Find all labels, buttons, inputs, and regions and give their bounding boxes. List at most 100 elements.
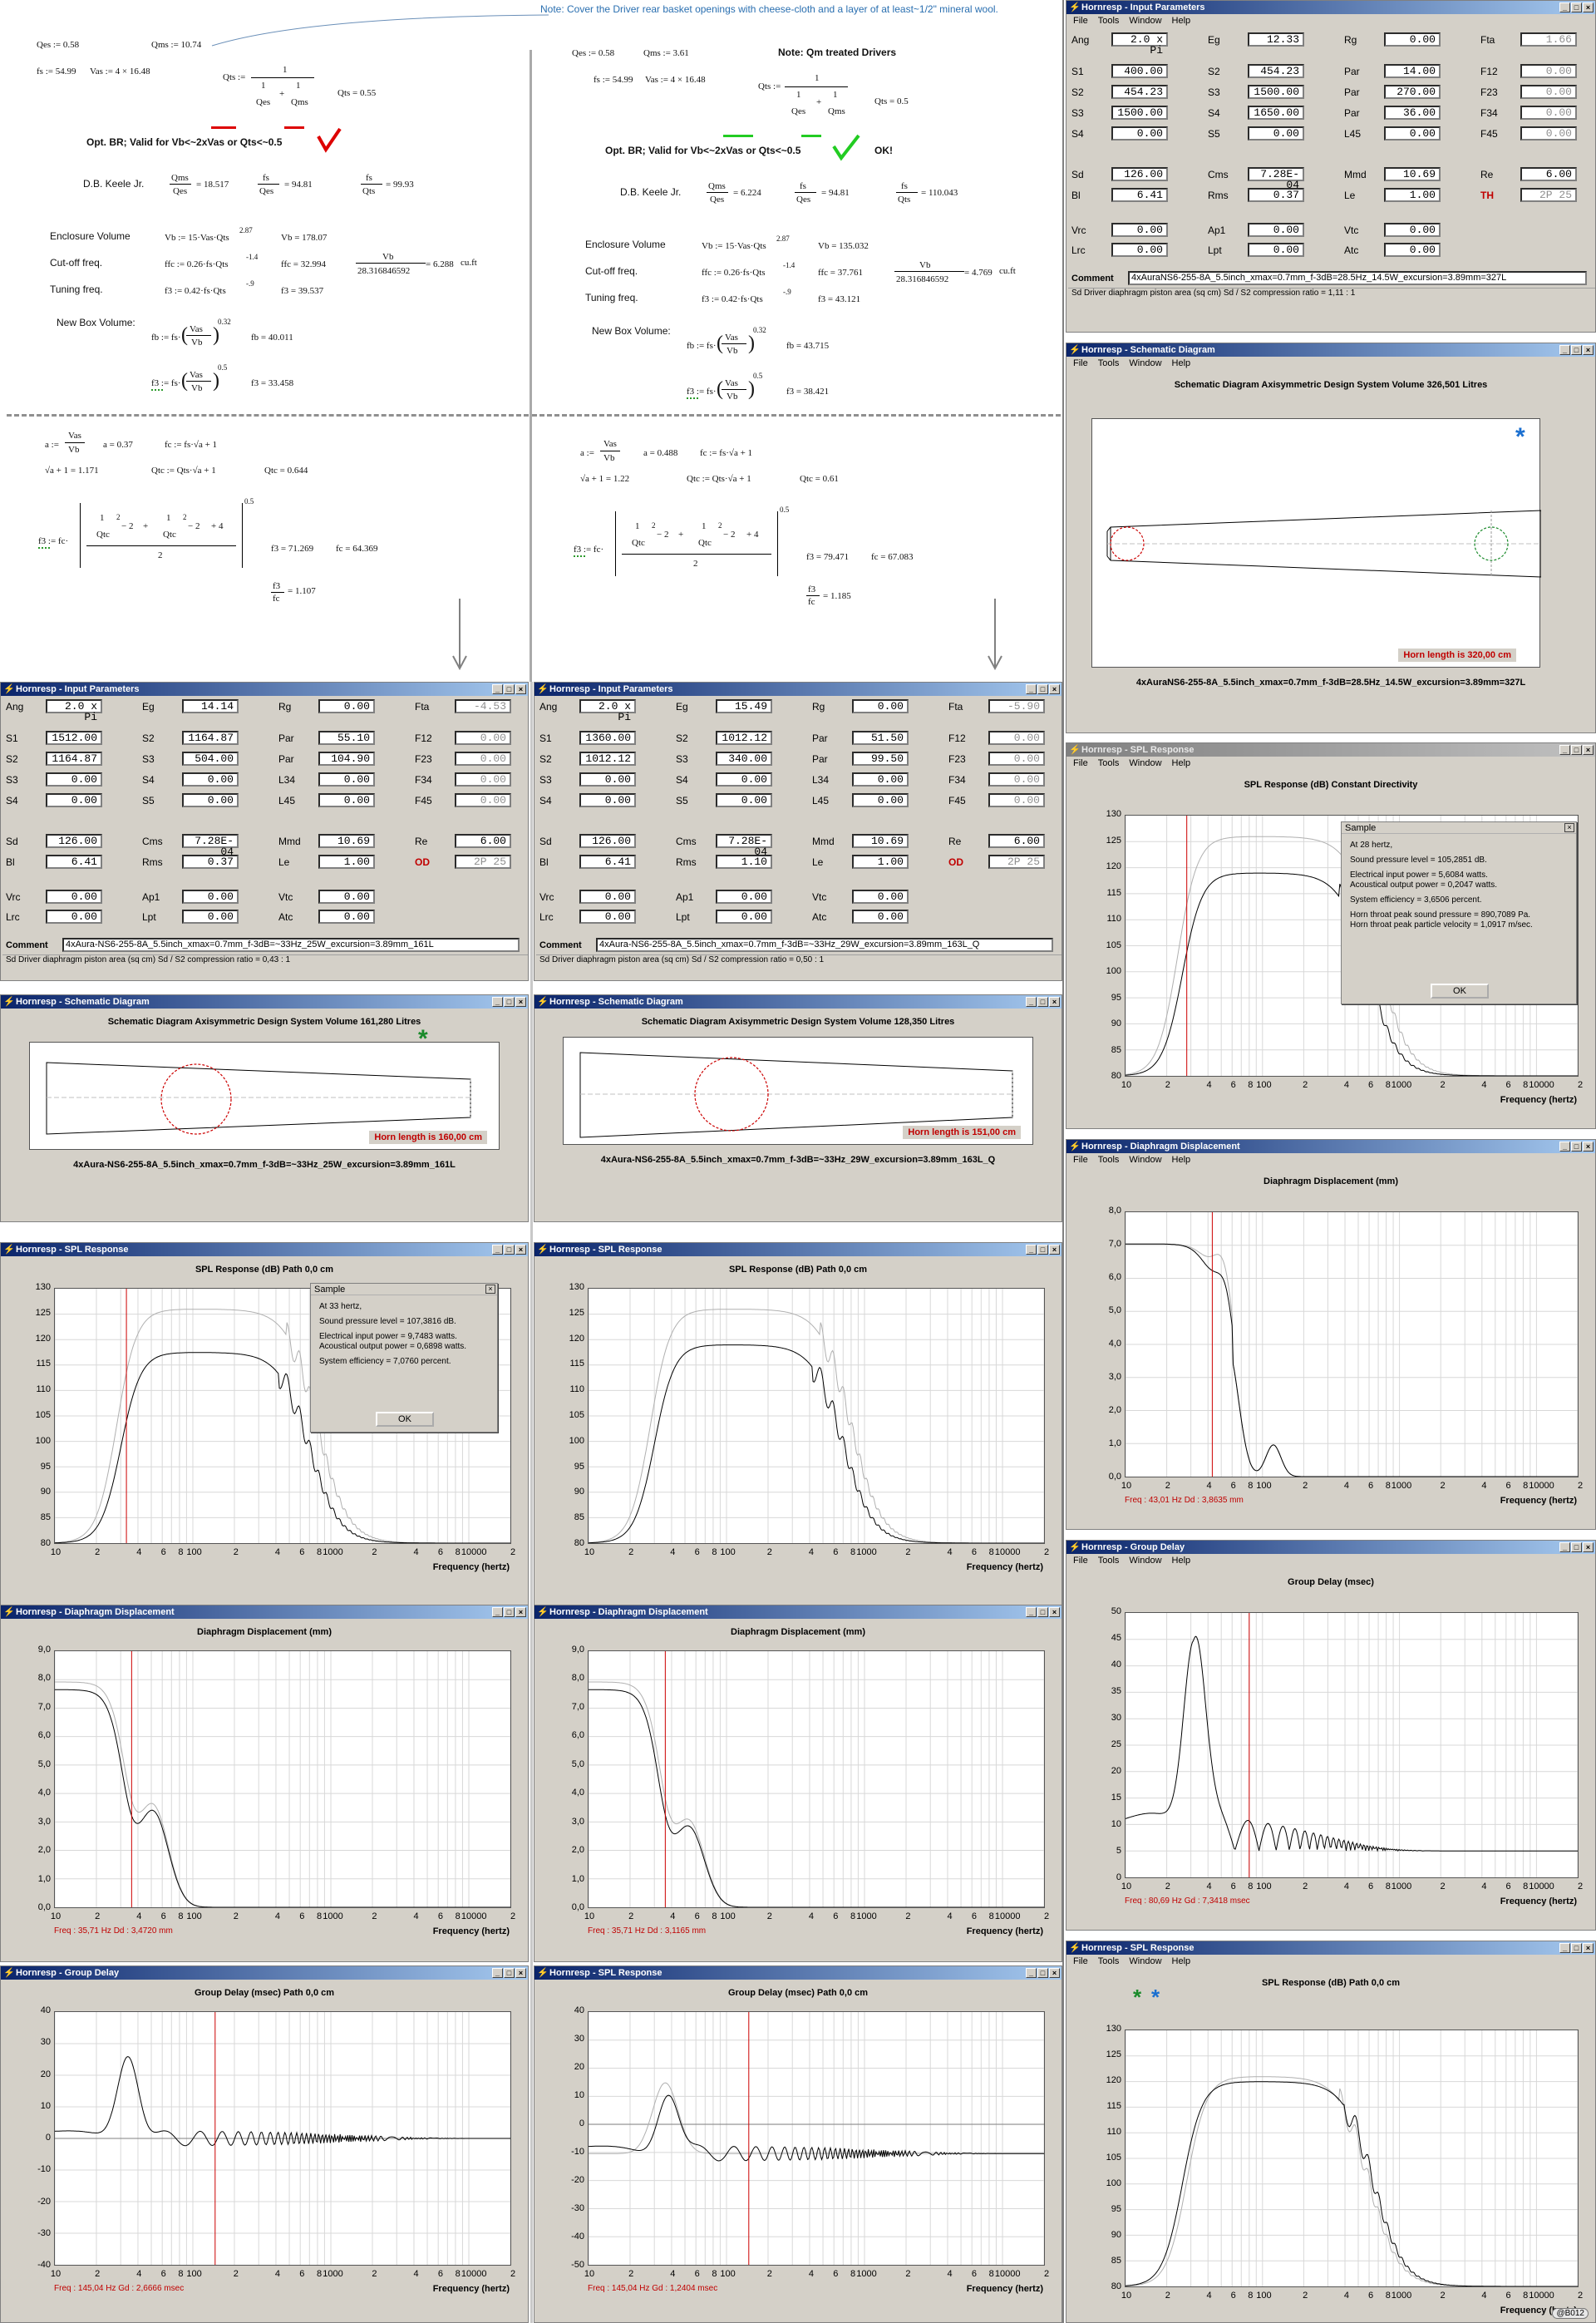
param-field-s4[interactable]: 0.00 [716, 772, 772, 787]
param-field-f23[interactable]: 0.00 [988, 752, 1045, 766]
param-field-vtc[interactable]: 0.00 [852, 890, 909, 904]
param-field-s2[interactable]: 1012.12 [716, 731, 772, 745]
param-field-eg[interactable]: 15.49 [716, 699, 772, 713]
maximize-icon[interactable]: □ [1037, 684, 1048, 694]
comment-field[interactable]: 4xAura-NS6-255-8A_5.5inch_xmax=0.7mm_f-3… [62, 938, 520, 952]
param-field-s2[interactable]: 454.23 [1111, 85, 1168, 99]
close-icon[interactable]: × [515, 1607, 526, 1617]
param-field-od[interactable]: 2P 25 [455, 855, 511, 869]
param-field-s3[interactable]: 0.00 [46, 772, 102, 787]
param-field-atc[interactable]: 0.00 [318, 910, 375, 924]
maximize-icon[interactable]: □ [1571, 745, 1582, 755]
maximize-icon[interactable]: □ [1571, 1943, 1582, 1953]
param-field-s4[interactable]: 0.00 [182, 772, 239, 787]
title-bar[interactable]: ⚡ Hornresp - Diaphragm Displacement _ □ × [1, 1605, 528, 1619]
maximize-icon[interactable]: □ [1571, 2, 1582, 12]
param-field-ap1[interactable]: 0.00 [182, 890, 239, 904]
param-field-s1[interactable]: 400.00 [1111, 64, 1168, 78]
param-field-s4[interactable]: 1650.00 [1248, 106, 1304, 120]
menu-file[interactable]: File [1073, 1956, 1088, 1966]
param-field-atc[interactable]: 0.00 [1384, 243, 1441, 257]
title-bar[interactable]: ⚡ Hornresp - SPL Response _ □ × [534, 1243, 1062, 1256]
menu-window[interactable]: Window [1129, 758, 1161, 768]
plot-area[interactable] [588, 2011, 1045, 2266]
title-bar[interactable]: ⚡ Hornresp - SPL Response _ □ × [1066, 1941, 1595, 1955]
param-field-f34[interactable]: 0.00 [988, 772, 1045, 787]
param-field-rms[interactable]: 0.37 [182, 855, 239, 869]
title-bar[interactable]: ⚡ Hornresp - SPL Response _ □ × [534, 1966, 1062, 1980]
menu-window[interactable]: Window [1129, 358, 1161, 368]
menu-tools[interactable]: Tools [1098, 358, 1120, 368]
param-field-rg[interactable]: 0.00 [852, 699, 909, 713]
close-icon[interactable]: × [1049, 684, 1060, 694]
plot-area[interactable] [588, 1288, 1045, 1544]
param-field-s1[interactable]: 1512.00 [46, 731, 102, 745]
param-field-mmd[interactable]: 10.69 [1384, 167, 1441, 181]
maximize-icon[interactable]: □ [504, 1968, 515, 1978]
minimize-icon[interactable]: _ [1559, 345, 1570, 355]
maximize-icon[interactable]: □ [1037, 1968, 1048, 1978]
param-field-f12[interactable]: 0.00 [1520, 64, 1577, 78]
param-field-rms[interactable]: 0.37 [1248, 188, 1304, 202]
param-field-s5[interactable]: 0.00 [716, 793, 772, 807]
param-field-le[interactable]: 1.00 [852, 855, 909, 869]
param-field-rg[interactable]: 0.00 [318, 699, 375, 713]
param-field-atc[interactable]: 0.00 [852, 910, 909, 924]
close-icon[interactable]: × [515, 1968, 526, 1978]
param-field-par[interactable]: 51.50 [852, 731, 909, 745]
menu-file[interactable]: File [1073, 16, 1088, 26]
param-field-th[interactable]: 2P 25 [1520, 188, 1577, 202]
menu-help[interactable]: Help [1172, 1155, 1191, 1165]
param-field-par[interactable]: 99.50 [852, 752, 909, 766]
close-icon[interactable]: × [1583, 745, 1594, 755]
param-field-sd[interactable]: 126.00 [46, 834, 102, 848]
param-field-s2[interactable]: 1164.87 [182, 731, 239, 745]
param-field-s3[interactable]: 1500.00 [1248, 85, 1304, 99]
dialog-close-icon[interactable]: × [485, 1285, 495, 1294]
maximize-icon[interactable]: □ [504, 997, 515, 1007]
maximize-icon[interactable]: □ [1571, 345, 1582, 355]
title-bar[interactable]: ⚡ Hornresp - Group Delay _ □ × [1, 1966, 528, 1980]
close-icon[interactable]: × [1049, 1245, 1060, 1255]
param-field-s2[interactable]: 1012.12 [579, 752, 636, 766]
param-field-s2[interactable]: 454.23 [1248, 64, 1304, 78]
menu-tools[interactable]: Tools [1098, 16, 1120, 26]
param-field-mmd[interactable]: 10.69 [318, 834, 375, 848]
maximize-icon[interactable]: □ [504, 1607, 515, 1617]
param-field-eg[interactable]: 12.33 [1248, 32, 1304, 47]
menu-help[interactable]: Help [1172, 1956, 1191, 1966]
close-icon[interactable]: × [515, 684, 526, 694]
close-icon[interactable]: × [1583, 345, 1594, 355]
menu-file[interactable]: File [1073, 758, 1088, 768]
param-field-vrc[interactable]: 0.00 [46, 890, 102, 904]
param-field-rms[interactable]: 1.10 [716, 855, 772, 869]
close-icon[interactable]: × [515, 997, 526, 1007]
close-icon[interactable]: × [1049, 1968, 1060, 1978]
param-field-le[interactable]: 1.00 [1384, 188, 1441, 202]
minimize-icon[interactable]: _ [1559, 1142, 1570, 1152]
param-field-le[interactable]: 1.00 [318, 855, 375, 869]
close-icon[interactable]: × [1583, 1542, 1594, 1552]
menu-help[interactable]: Help [1172, 16, 1191, 26]
close-icon[interactable]: × [515, 1245, 526, 1255]
param-field-s3[interactable]: 504.00 [182, 752, 239, 766]
param-field-par[interactable]: 270.00 [1384, 85, 1441, 99]
plot-area[interactable] [54, 2011, 511, 2266]
plot-area[interactable] [1125, 1211, 1579, 1477]
param-field-f45[interactable]: 0.00 [988, 793, 1045, 807]
minimize-icon[interactable]: _ [1559, 1542, 1570, 1552]
minimize-icon[interactable]: _ [1026, 1968, 1037, 1978]
param-field-f45[interactable]: 0.00 [455, 793, 511, 807]
param-field-lrc[interactable]: 0.00 [1111, 243, 1168, 257]
param-field-f45[interactable]: 0.00 [1520, 126, 1577, 141]
minimize-icon[interactable]: _ [1559, 2, 1570, 12]
param-field-fta[interactable]: -5.90 [988, 699, 1045, 713]
param-field-s3[interactable]: 0.00 [579, 772, 636, 787]
param-field-ang[interactable]: 2.0 x Pi [579, 699, 636, 723]
param-field-f23[interactable]: 0.00 [455, 752, 511, 766]
param-field-vtc[interactable]: 0.00 [1384, 223, 1441, 237]
maximize-icon[interactable]: □ [1037, 997, 1048, 1007]
menu-window[interactable]: Window [1129, 1956, 1161, 1966]
minimize-icon[interactable]: _ [1026, 684, 1037, 694]
param-field-s4[interactable]: 0.00 [579, 793, 636, 807]
